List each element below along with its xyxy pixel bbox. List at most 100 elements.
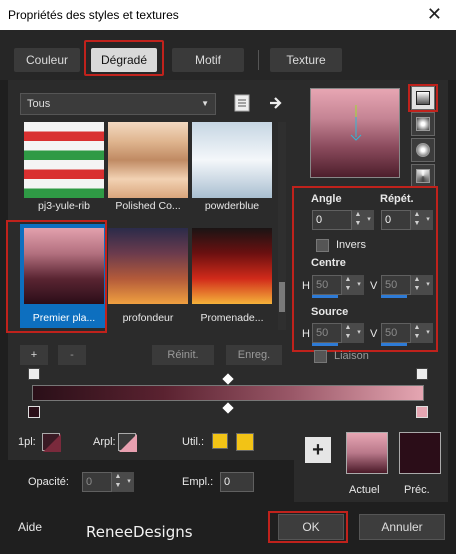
previous-swatch[interactable] xyxy=(399,432,441,474)
center-h-spinner[interactable]: ▲ ▼ xyxy=(342,275,354,295)
remove-gradient-button[interactable]: - xyxy=(58,345,86,365)
actual-label: Actuel xyxy=(349,484,380,496)
source-v-dropdown-icon[interactable]: ▾ xyxy=(423,323,433,343)
gradient-preview[interactable] xyxy=(310,88,400,178)
center-h-slider[interactable] xyxy=(312,295,338,298)
highlight-box xyxy=(6,220,107,333)
gradient-caption: Promenade... xyxy=(200,312,264,324)
center-h-input[interactable]: 50 xyxy=(312,275,342,295)
tab-texture[interactable]: Texture xyxy=(270,48,342,72)
color-midpoint[interactable] xyxy=(222,402,234,414)
scrollbar-thumb[interactable] xyxy=(279,282,285,312)
radial-type-button[interactable] xyxy=(411,138,435,162)
opacity-midpoint[interactable] xyxy=(222,373,234,385)
repeat-input[interactable]: 0 xyxy=(381,210,411,230)
gradient-thumb-polished[interactable] xyxy=(108,122,188,198)
center-v-slider[interactable] xyxy=(381,295,407,298)
gradient-caption: powderblue xyxy=(204,200,260,212)
watermark-text: ReneeDesigns xyxy=(86,523,193,541)
sunburst-type-button[interactable] xyxy=(411,164,435,188)
color-stop-left[interactable] xyxy=(28,406,40,418)
repeat-dropdown-icon[interactable]: ▾ xyxy=(423,210,433,230)
window-title: Propriétés des styles et textures xyxy=(8,8,179,22)
save-gradient-button[interactable]: Enreg. xyxy=(226,345,282,365)
opacity-label: Opacité: xyxy=(28,476,69,488)
gradient-bar[interactable] xyxy=(32,385,424,401)
angle-label: Angle xyxy=(311,193,342,205)
opacity-stop-left[interactable] xyxy=(28,368,40,380)
center-v-input[interactable]: 50 xyxy=(381,275,411,295)
gradient-editor xyxy=(20,366,440,422)
rectangular-gradient-icon xyxy=(416,117,430,131)
add-to-swatches-button[interactable]: + xyxy=(305,437,331,463)
center-v-dropdown-icon[interactable]: ▾ xyxy=(423,275,433,295)
center-v-label: V xyxy=(370,280,378,292)
source-h-dropdown-icon[interactable]: ▾ xyxy=(354,323,364,343)
gradient-thumb-profondeur[interactable] xyxy=(108,228,188,304)
invert-checkbox[interactable] xyxy=(316,239,329,252)
opacity-spinner[interactable]: ▲ ▼ xyxy=(112,472,124,492)
link-checkbox[interactable] xyxy=(314,350,327,363)
source-h-input[interactable]: 50 xyxy=(312,323,342,343)
center-h-dropdown-icon[interactable]: ▾ xyxy=(354,275,364,295)
angle-input[interactable]: 0 xyxy=(312,210,352,230)
gradient-thumb-yule[interactable] xyxy=(24,122,104,198)
source-v-slider[interactable] xyxy=(381,343,407,346)
radial-gradient-icon xyxy=(416,143,430,157)
chevron-down-icon: ▼ xyxy=(201,99,209,108)
close-icon[interactable]: ✕ xyxy=(427,4,442,25)
user-color-swatch[interactable] xyxy=(236,433,254,451)
arrow-right-icon[interactable] xyxy=(268,95,284,111)
help-link[interactable]: Aide xyxy=(18,520,42,534)
scrollbar[interactable] xyxy=(278,122,286,330)
ok-button[interactable]: OK xyxy=(278,514,344,540)
linear-type-button[interactable] xyxy=(411,86,435,110)
gradient-thumb-powderblue[interactable] xyxy=(192,122,272,198)
source-h-slider[interactable] xyxy=(312,343,338,346)
gradient-caption: pj3-yule-rib xyxy=(38,200,90,212)
background-swatch[interactable] xyxy=(118,433,137,452)
repeat-label: Répét. xyxy=(380,193,414,205)
rectangular-type-button[interactable] xyxy=(411,112,435,136)
category-dropdown[interactable]: Tous ▼ xyxy=(20,93,216,115)
source-label: Source xyxy=(311,306,349,318)
reset-button[interactable]: Réinit. xyxy=(152,345,214,365)
center-label: Centre xyxy=(311,257,346,269)
source-v-input[interactable]: 50 xyxy=(381,323,411,343)
color-stop-right[interactable] xyxy=(416,406,428,418)
gradient-caption: Polished Co... xyxy=(115,200,181,212)
previous-label: Préc. xyxy=(404,484,430,496)
foreground-swatch[interactable] xyxy=(42,433,61,452)
repeat-spinner[interactable]: ▲ ▼ xyxy=(411,210,423,230)
location-label: Empl.: xyxy=(182,476,214,488)
linear-gradient-icon xyxy=(416,91,430,105)
document-icon[interactable] xyxy=(234,94,250,112)
opacity-dropdown-icon[interactable]: ▾ xyxy=(124,472,134,492)
opacity-input[interactable]: 0 xyxy=(82,472,112,492)
add-gradient-button[interactable]: + xyxy=(20,345,48,365)
source-v-label: V xyxy=(370,328,378,340)
tab-degrade[interactable]: Dégradé xyxy=(91,48,157,72)
user-label: Util.: xyxy=(182,436,204,448)
foreground-label: 1pl: xyxy=(18,436,36,448)
gradient-direction-handle[interactable] xyxy=(311,89,401,179)
location-input[interactable]: 0 xyxy=(220,472,254,492)
category-dropdown-value: Tous xyxy=(27,98,51,110)
tab-motif[interactable]: Motif xyxy=(172,48,244,72)
gradient-thumb-promenade[interactable] xyxy=(192,228,272,304)
opacity-stop-right[interactable] xyxy=(416,368,428,380)
title-bar: Propriétés des styles et textures ✕ xyxy=(0,0,456,30)
actual-swatch xyxy=(346,432,388,474)
center-h-label: H xyxy=(302,280,310,292)
cancel-button[interactable]: Annuler xyxy=(359,514,445,540)
tab-couleur[interactable]: Couleur xyxy=(14,48,80,72)
angle-dropdown-icon[interactable]: ▾ xyxy=(364,210,374,230)
invert-label: Invers xyxy=(336,239,366,251)
user-color-swatch[interactable] xyxy=(212,433,228,449)
angle-spinner[interactable]: ▲ ▼ xyxy=(352,210,364,230)
source-v-spinner[interactable]: ▲ ▼ xyxy=(411,323,423,343)
source-h-label: H xyxy=(302,328,310,340)
background-label: Arpl: xyxy=(93,436,116,448)
source-h-spinner[interactable]: ▲ ▼ xyxy=(342,323,354,343)
center-v-spinner[interactable]: ▲ ▼ xyxy=(411,275,423,295)
